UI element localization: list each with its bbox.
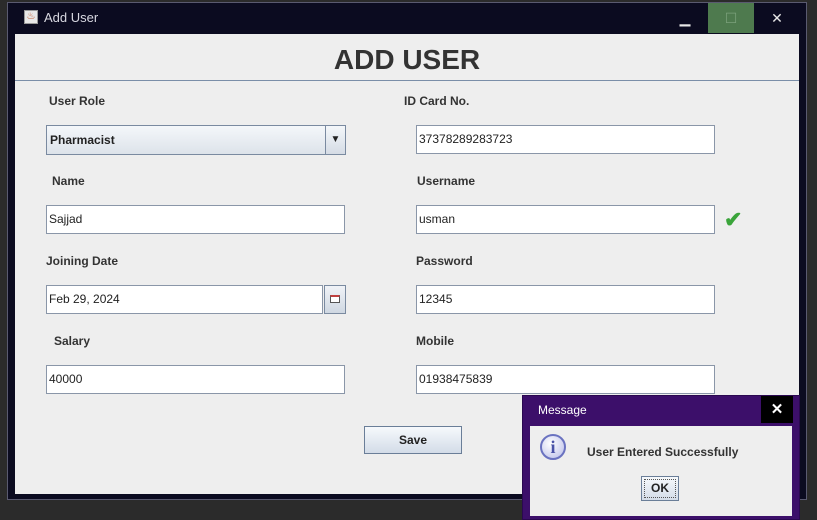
message-dialog: Message ✕ i User Entered Successfully OK bbox=[522, 395, 800, 520]
chevron-down-icon[interactable]: ▼ bbox=[325, 126, 345, 154]
user-role-label: User Role bbox=[49, 94, 106, 108]
id-card-label: ID Card No. bbox=[404, 94, 470, 108]
id-card-field[interactable]: 37378289283723 bbox=[416, 125, 715, 154]
save-button[interactable]: Save bbox=[364, 426, 462, 454]
joining-date-field[interactable]: Feb 29, 2024 bbox=[46, 285, 323, 314]
info-icon: i bbox=[540, 434, 566, 460]
ok-button[interactable]: OK bbox=[641, 476, 679, 501]
window-title: Add User bbox=[44, 10, 99, 25]
joining-date-label: Joining Date bbox=[46, 254, 119, 268]
dialog-title: Message bbox=[538, 403, 587, 417]
close-button[interactable]: ✕ bbox=[754, 3, 800, 33]
name-label: Name bbox=[52, 174, 85, 188]
user-role-value: Pharmacist bbox=[50, 133, 115, 147]
salary-field[interactable]: 40000 bbox=[46, 365, 345, 394]
java-app-icon: ♨ bbox=[24, 10, 38, 24]
calendar-icon bbox=[330, 295, 340, 303]
mobile-field[interactable]: 01938475839 bbox=[416, 365, 715, 394]
username-field[interactable]: usman bbox=[416, 205, 715, 234]
maximize-button[interactable]: ☐ bbox=[708, 3, 754, 33]
page-title: ADD USER bbox=[333, 44, 481, 75]
mobile-label: Mobile bbox=[416, 334, 454, 348]
dialog-message: User Entered Successfully bbox=[587, 445, 739, 459]
heading-divider bbox=[15, 80, 799, 81]
username-label: Username bbox=[417, 174, 476, 188]
salary-label: Salary bbox=[54, 334, 91, 348]
password-label: Password bbox=[416, 254, 473, 268]
dialog-close-button[interactable]: ✕ bbox=[761, 396, 793, 423]
password-field[interactable]: 12345 bbox=[416, 285, 715, 314]
dialog-body: i User Entered Successfully OK bbox=[530, 426, 792, 516]
title-bar[interactable]: ♨ Add User ▁ ☐ ✕ bbox=[8, 3, 806, 33]
check-icon: ✔ bbox=[724, 207, 743, 232]
name-field[interactable]: Sajjad bbox=[46, 205, 345, 234]
calendar-button[interactable] bbox=[324, 285, 346, 314]
user-role-select[interactable]: Pharmacist ▼ bbox=[46, 125, 346, 155]
minimize-button[interactable]: ▁ bbox=[662, 3, 708, 33]
